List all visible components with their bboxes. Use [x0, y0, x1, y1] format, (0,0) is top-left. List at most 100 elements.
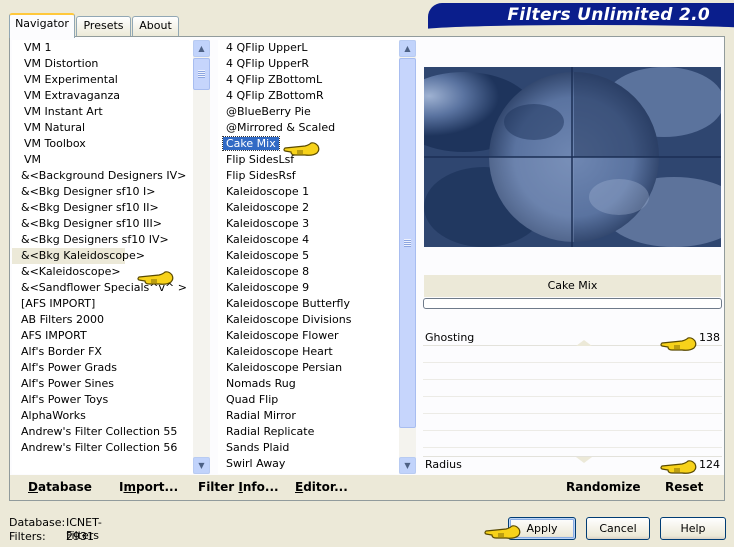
- category-item[interactable]: VM Distortion: [12, 56, 192, 72]
- category-item[interactable]: VM Natural: [12, 120, 192, 136]
- filter-list[interactable]: 4 QFlip UpperL 4 QFlip UpperR 4 QFlip ZBot…: [218, 40, 416, 474]
- category-scrollbar[interactable]: ▲ ▼: [193, 40, 210, 474]
- filter-item[interactable]: 4 QFlip UpperL: [218, 40, 398, 56]
- category-item[interactable]: &<Bkg Designers sf10 IV>: [12, 232, 192, 248]
- filter-item[interactable]: Kaleidoscope 3: [218, 216, 398, 232]
- category-item[interactable]: &<Bkg Designer sf10 II>: [12, 200, 192, 216]
- status-filters-value: 2931: [66, 530, 94, 543]
- filter-item[interactable]: Kaleidoscope Butterfly: [218, 296, 398, 312]
- reset-button[interactable]: Reset: [665, 480, 703, 494]
- filter-item[interactable]: Kaleidoscope 4: [218, 232, 398, 248]
- filter-item[interactable]: 4 QFlip UpperR: [218, 56, 398, 72]
- category-item[interactable]: Alf's Power Sines: [12, 376, 192, 392]
- category-items: VM 1 VM Distortion VM Experimental VM Extra…: [12, 40, 192, 456]
- pointing-hand-icon: [660, 337, 697, 351]
- filter-item[interactable]: Kaleidoscope 8: [218, 264, 398, 280]
- empty-slider-slot: [423, 381, 722, 397]
- randomize-button[interactable]: Randomize: [566, 480, 640, 494]
- empty-slider-slot: [423, 415, 722, 431]
- progress-bar: [423, 298, 722, 309]
- filter-preview-image: [424, 67, 721, 247]
- ghosting-value: 138: [699, 331, 720, 344]
- category-item[interactable]: VM: [12, 152, 192, 168]
- filter-item[interactable]: Kaleidoscope Divisions: [218, 312, 398, 328]
- category-item[interactable]: AlphaWorks: [12, 408, 192, 424]
- radius-label: Radius: [425, 458, 462, 471]
- filter-item[interactable]: Kaleidoscope 1: [218, 184, 398, 200]
- radius-value: 124: [699, 458, 720, 471]
- category-item[interactable]: Andrew's Filter Collection 56: [12, 440, 192, 456]
- filter-item[interactable]: Kaleidoscope Flower: [218, 328, 398, 344]
- title-banner: Filters Unlimited 2.0: [428, 3, 734, 29]
- empty-slider-slot: [423, 364, 722, 380]
- selected-filter-label: Cake Mix: [222, 136, 280, 151]
- filter-item[interactable]: Nomads Rug: [218, 376, 398, 392]
- tab-navigator[interactable]: Navigator: [9, 13, 75, 38]
- filter-item[interactable]: Kaleidoscope Persian: [218, 360, 398, 376]
- category-item[interactable]: &<Background Designers IV>: [12, 168, 192, 184]
- scroll-up-icon[interactable]: ▲: [399, 40, 416, 57]
- ghosting-label: Ghosting: [425, 331, 475, 344]
- scroll-up-icon[interactable]: ▲: [193, 40, 210, 57]
- filter-item[interactable]: Quad Flip: [218, 392, 398, 408]
- category-item[interactable]: VM 1: [12, 40, 192, 56]
- status-filters: Filters: 2931: [9, 530, 94, 543]
- filter-info-button[interactable]: Filter Info...: [198, 480, 279, 494]
- category-item[interactable]: AFS IMPORT: [12, 328, 192, 344]
- filter-item[interactable]: Radial Mirror: [218, 408, 398, 424]
- filter-item[interactable]: Kaleidoscope 5: [218, 248, 398, 264]
- empty-slider-slot: [423, 398, 722, 414]
- filter-item[interactable]: Radial Replicate: [218, 424, 398, 440]
- category-list[interactable]: VM 1 VM Distortion VM Experimental VM Extra…: [12, 40, 210, 474]
- empty-slider-slot: [423, 432, 722, 448]
- pointing-hand-icon: [283, 142, 320, 156]
- cancel-button[interactable]: Cancel: [586, 517, 650, 540]
- filter-item[interactable]: @BlueBerry Pie: [218, 104, 398, 120]
- category-item[interactable]: VM Instant Art: [12, 104, 192, 120]
- filter-scroll-thumb[interactable]: [399, 58, 416, 428]
- filter-item[interactable]: Kaleidoscope 2: [218, 200, 398, 216]
- ghosting-slider-thumb[interactable]: [576, 340, 592, 346]
- pointing-hand-icon: [137, 271, 174, 285]
- import-button[interactable]: Import...: [119, 480, 178, 494]
- category-item[interactable]: Andrew's Filter Collection 55: [12, 424, 192, 440]
- filter-item[interactable]: Flip SidesRsf: [218, 168, 398, 184]
- filter-items: 4 QFlip UpperL 4 QFlip UpperR 4 QFlip ZBot…: [218, 40, 398, 472]
- category-item[interactable]: Alf's Power Toys: [12, 392, 192, 408]
- category-item[interactable]: VM Extravaganza: [12, 88, 192, 104]
- category-item[interactable]: &<Bkg Kaleidoscope>: [12, 248, 145, 264]
- filter-item[interactable]: Swirl Away: [218, 456, 398, 472]
- editor-button[interactable]: Editor...: [295, 480, 348, 494]
- tab-presets[interactable]: Presets: [76, 16, 131, 36]
- scroll-down-icon[interactable]: ▼: [193, 457, 210, 474]
- filter-item[interactable]: Kaleidoscope Heart: [218, 344, 398, 360]
- database-button[interactable]: Database: [28, 480, 92, 494]
- category-item[interactable]: Alf's Power Grads: [12, 360, 192, 376]
- category-item[interactable]: VM Experimental: [12, 72, 192, 88]
- status-database-label: Database:: [9, 516, 66, 529]
- filter-item[interactable]: @Mirrored & Scaled: [218, 120, 398, 136]
- category-item[interactable]: VM Toolbox: [12, 136, 192, 152]
- pointing-hand-icon: [660, 460, 697, 474]
- filter-item[interactable]: Kaleidoscope 9: [218, 280, 398, 296]
- filter-item[interactable]: Sands Plaid: [218, 440, 398, 456]
- status-database: Database: ICNET-Filters: [9, 516, 102, 542]
- category-item[interactable]: &<Bkg Designer sf10 III>: [12, 216, 192, 232]
- scroll-down-icon[interactable]: ▼: [399, 457, 416, 474]
- help-button[interactable]: Help: [660, 517, 726, 540]
- category-scroll-thumb[interactable]: [193, 58, 210, 90]
- category-item[interactable]: [AFS IMPORT]: [12, 296, 192, 312]
- pointing-hand-icon: [484, 525, 521, 539]
- filter-item[interactable]: 4 QFlip ZBottomR: [218, 88, 398, 104]
- category-item[interactable]: AB Filters 2000: [12, 312, 192, 328]
- category-item[interactable]: &<Bkg Designer sf10 I>: [12, 184, 192, 200]
- filter-scrollbar[interactable]: ▲ ▼: [399, 40, 416, 474]
- radius-slider-thumb[interactable]: [576, 457, 592, 463]
- category-item[interactable]: Alf's Border FX: [12, 344, 192, 360]
- selected-filter-title: Cake Mix: [424, 275, 721, 297]
- preview-kaleidoscope-graphic: [424, 67, 721, 247]
- status-filters-label: Filters:: [9, 530, 46, 543]
- tab-about[interactable]: About: [132, 16, 179, 36]
- filter-item[interactable]: 4 QFlip ZBottomL: [218, 72, 398, 88]
- banner-title: Filters Unlimited 2.0: [507, 5, 710, 25]
